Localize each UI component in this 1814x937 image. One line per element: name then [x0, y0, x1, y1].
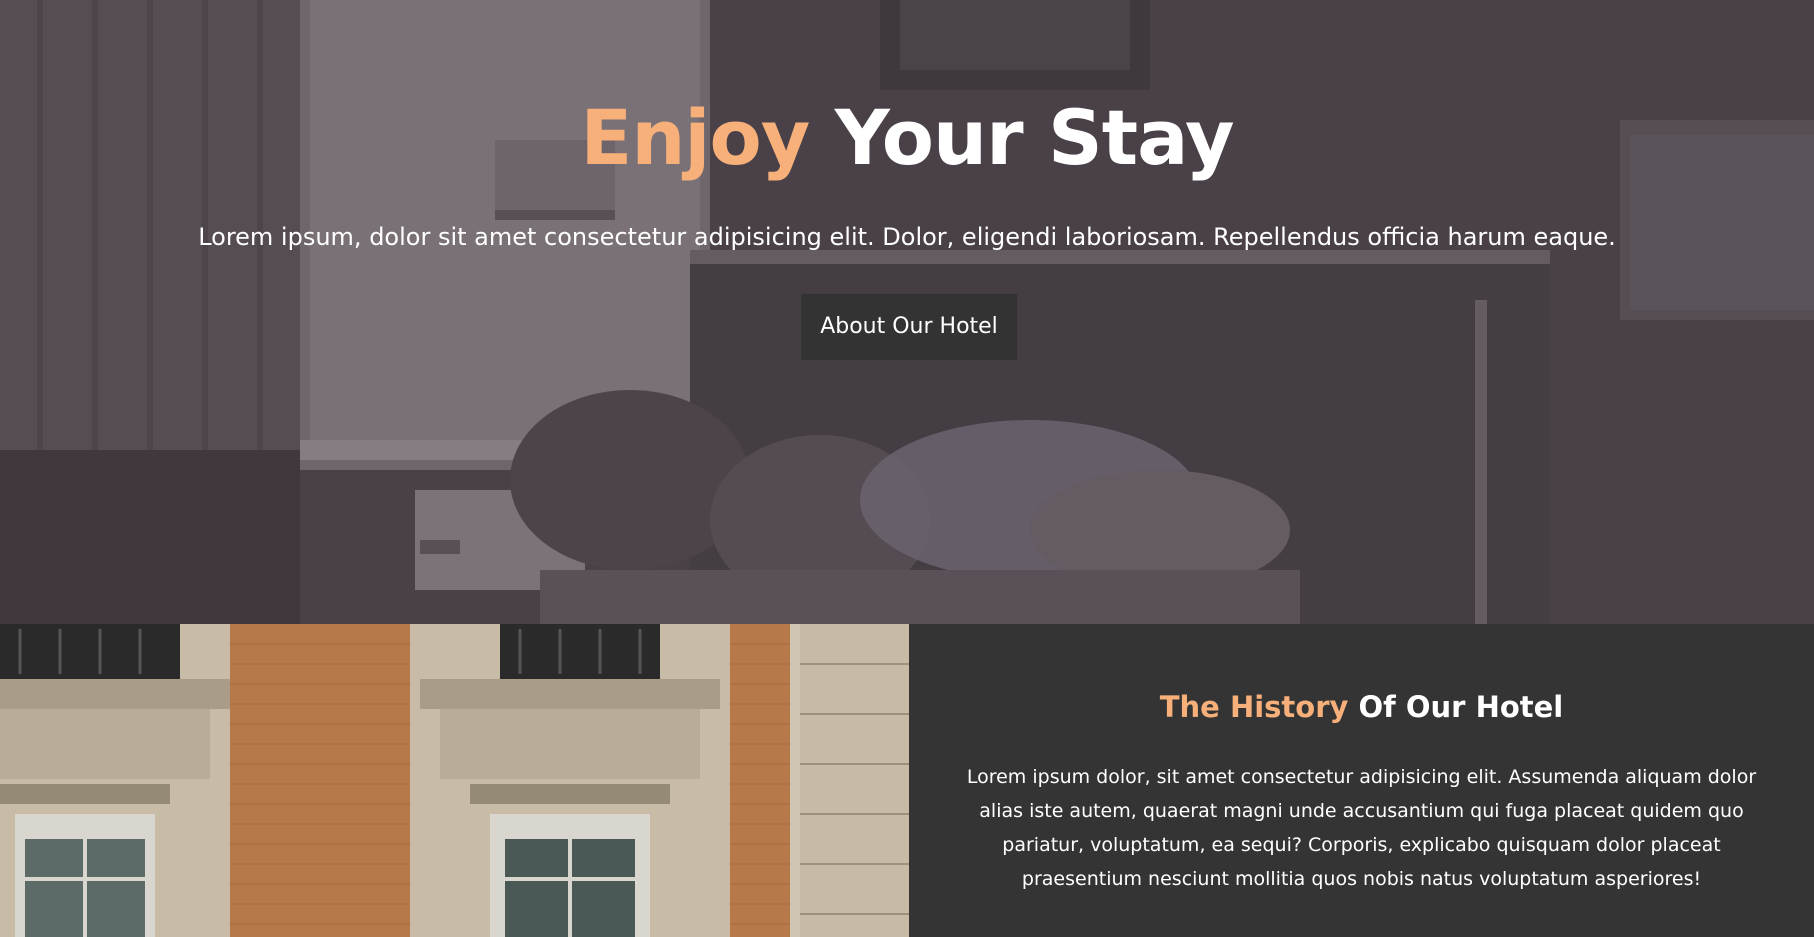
history-title: The History Of Our Hotel — [909, 686, 1814, 728]
history-building-image — [0, 624, 909, 937]
hero-content: Enjoy Your Stay Lorem ipsum, dolor sit a… — [0, 0, 1814, 624]
about-hotel-button[interactable]: About Our Hotel — [801, 294, 1017, 360]
building-facade-illustration — [0, 624, 909, 937]
history-section: The History Of Our Hotel Lorem ipsum dol… — [909, 624, 1814, 937]
hero-title: Enjoy Your Stay — [0, 92, 1814, 184]
hero-title-accent: Enjoy — [580, 93, 810, 182]
hero-section: Enjoy Your Stay Lorem ipsum, dolor sit a… — [0, 0, 1814, 624]
hero-title-rest: Your Stay — [834, 93, 1235, 182]
history-title-rest: Of Our Hotel — [1358, 690, 1564, 724]
history-title-accent: The History — [1159, 690, 1349, 724]
history-text: Lorem ipsum dolor, sit amet consectetur … — [966, 766, 1757, 890]
hero-subtitle: Lorem ipsum, dolor sit amet consectetur … — [198, 223, 1616, 251]
